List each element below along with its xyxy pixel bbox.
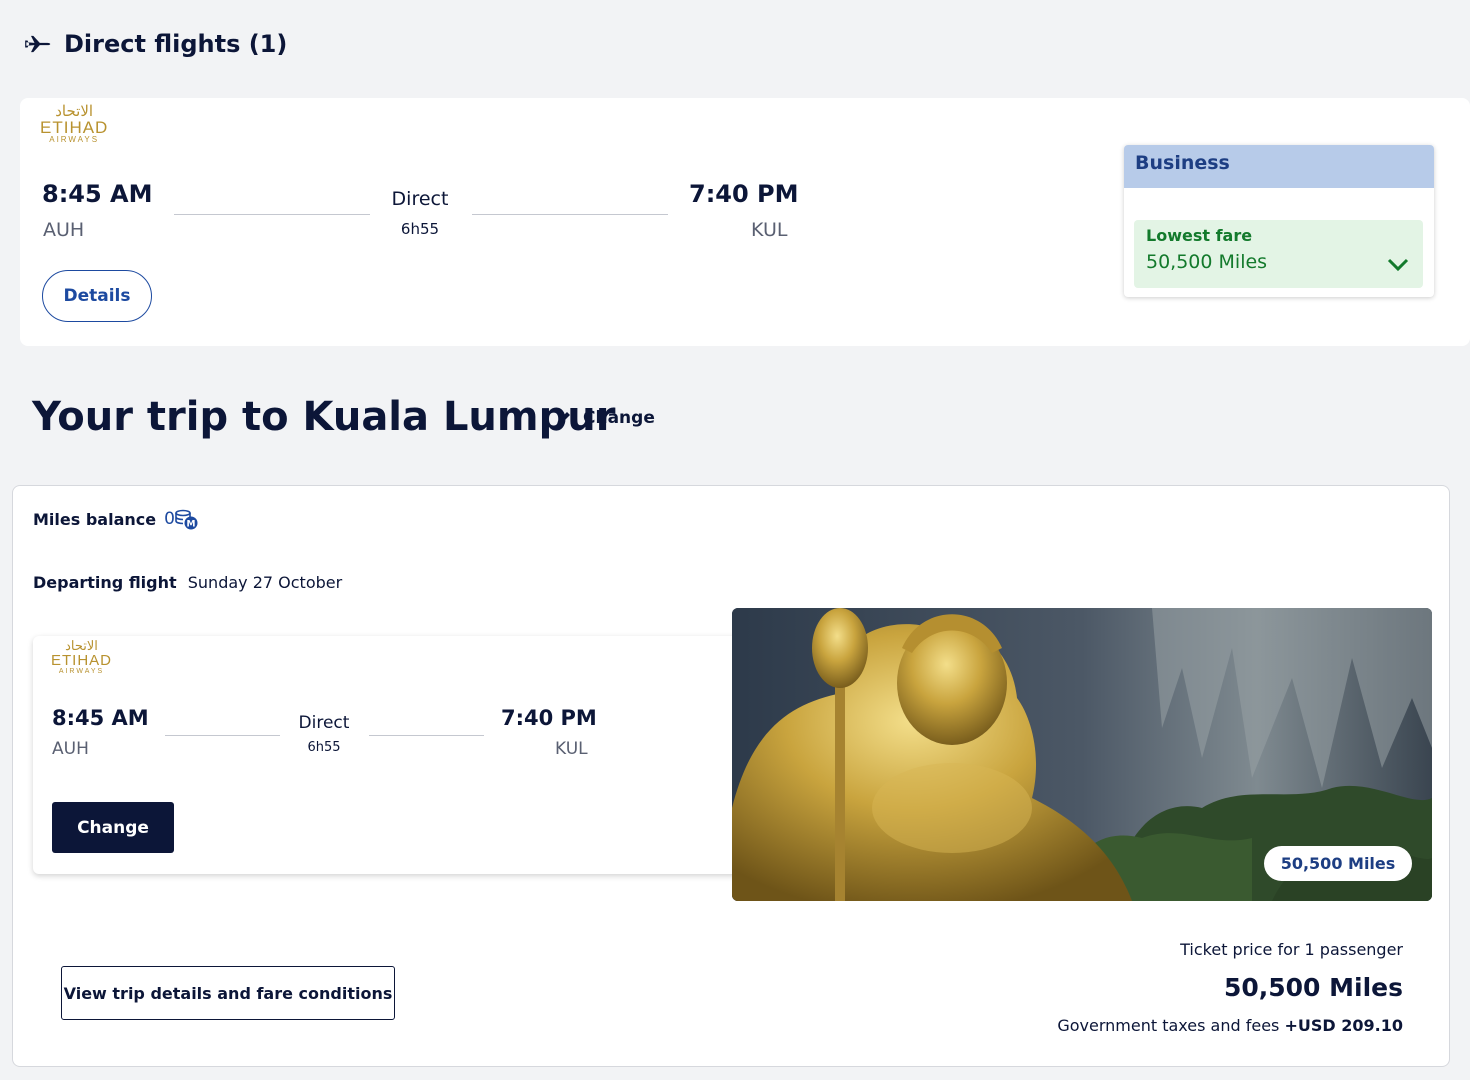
miles-balance-value: 0 xyxy=(164,509,175,529)
depart-time: 8:45 AM xyxy=(42,180,153,208)
ticket-price-label: Ticket price for 1 passenger xyxy=(1180,940,1403,959)
lowest-fare-label: Lowest fare xyxy=(1146,226,1253,245)
logo-arabic: الاتحاد xyxy=(55,102,94,120)
view-trip-details-button[interactable]: View trip details and fare conditions xyxy=(61,966,395,1020)
duration-label: 6h55 xyxy=(307,740,341,755)
chevron-down-icon[interactable] xyxy=(1387,256,1409,272)
ticket-price-value: 50,500 Miles xyxy=(1223,973,1403,1002)
details-button[interactable]: Details xyxy=(42,270,152,322)
svg-text:M: M xyxy=(186,520,195,530)
pencil-icon xyxy=(557,412,570,425)
duration-label: 6h55 xyxy=(400,220,440,238)
photo-miles-badge: 50,500 Miles xyxy=(1264,846,1412,881)
logo-sub: AIRWAYS xyxy=(58,668,105,675)
route-line-left xyxy=(165,735,280,736)
miles-balance: Miles balance 0 M xyxy=(33,508,199,530)
taxes-value: +USD 209.10 xyxy=(1284,1016,1403,1035)
etihad-logo: الاتحاد ETIHAD AIRWAYS xyxy=(40,104,108,144)
route-line-right xyxy=(369,735,484,736)
departing-date: Sunday 27 October xyxy=(187,573,343,592)
change-destination-link[interactable]: Change xyxy=(554,408,655,428)
depart-code: AUH xyxy=(52,739,89,759)
section-header: Direct flights (1) xyxy=(24,30,287,58)
logo-name: ETIHAD xyxy=(40,118,109,137)
departing-label: Departing flight xyxy=(33,573,177,592)
lowest-fare-option[interactable]: Lowest fare 50,500 Miles xyxy=(1134,220,1423,288)
lowest-fare-value: 50,500 Miles xyxy=(1146,251,1268,273)
logo-sub: AIRWAYS xyxy=(49,135,100,144)
plane-icon xyxy=(25,35,51,53)
route-line-right xyxy=(472,214,668,215)
taxes-label: Government taxes and fees xyxy=(1057,1016,1280,1035)
cabin-label: Business xyxy=(1124,145,1434,188)
etihad-logo: الاتحاد ETIHAD AIRWAYS xyxy=(51,640,112,675)
logo-name: ETIHAD xyxy=(51,652,113,669)
departing-flight-header: Departing flight Sunday 27 October xyxy=(33,573,342,592)
miles-coins-icon: M xyxy=(175,509,198,530)
arrive-code: KUL xyxy=(555,739,588,759)
flight-result-card[interactable]: الاتحاد ETIHAD AIRWAYS 8:45 AM AUH Direc… xyxy=(20,98,1470,346)
fare-option-business[interactable]: Business Lowest fare 50,500 Miles xyxy=(1124,145,1434,297)
destination-photo: 50,500 Miles xyxy=(732,608,1432,901)
taxes-line: Government taxes and fees +USD 209.10 xyxy=(1057,1016,1403,1035)
arrive-time: 7:40 PM xyxy=(501,706,597,730)
section-title: Direct flights (1) xyxy=(64,30,288,58)
depart-time: 8:45 AM xyxy=(52,706,149,730)
stops-label: Direct xyxy=(298,713,350,733)
depart-code: AUH xyxy=(43,219,85,241)
trip-title: Your trip to Kuala Lumpur xyxy=(32,394,616,440)
arrive-code: KUL xyxy=(751,219,788,241)
miles-balance-label: Miles balance xyxy=(33,509,157,529)
route-line-left xyxy=(174,214,370,215)
stops-label: Direct xyxy=(391,188,449,210)
selected-flight-card: الاتحاد ETIHAD AIRWAYS 8:45 AM AUH Direc… xyxy=(33,636,753,874)
price-summary: Ticket price for 1 passenger 50,500 Mile… xyxy=(1057,940,1403,1035)
change-label: Change xyxy=(583,408,655,428)
arrive-time: 7:40 PM xyxy=(689,180,799,208)
trip-summary-panel: Miles balance 0 M Departing flight Sunda… xyxy=(12,485,1450,1067)
change-flight-button[interactable]: Change xyxy=(52,802,174,853)
